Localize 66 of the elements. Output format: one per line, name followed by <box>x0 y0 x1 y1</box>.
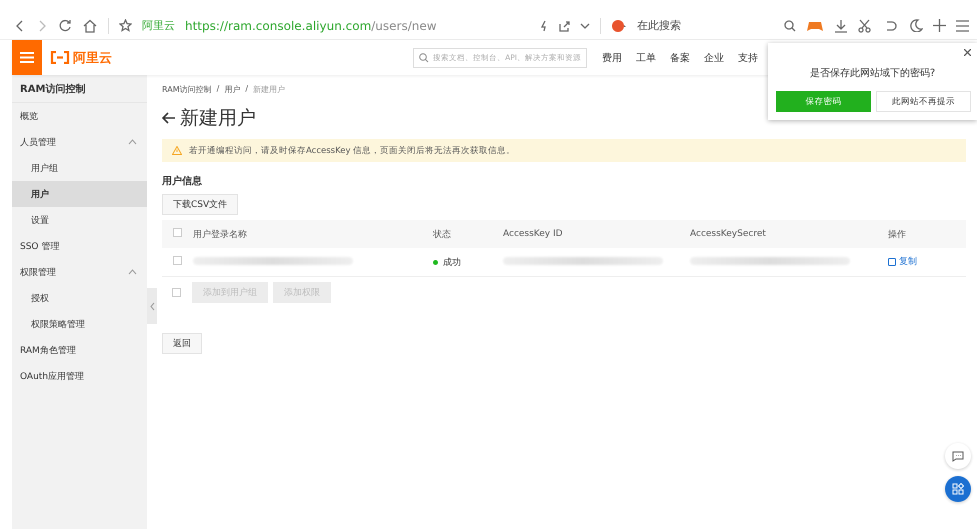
download-icon[interactable] <box>834 18 848 32</box>
apps-button[interactable] <box>945 476 971 502</box>
sidebar-item[interactable]: RAM角色管理 <box>12 337 147 363</box>
back-button[interactable]: 返回 <box>162 333 202 354</box>
menu-icon <box>20 52 34 63</box>
nav-link[interactable]: 工单 <box>629 50 663 64</box>
plus-icon[interactable] <box>933 19 946 32</box>
close-icon[interactable] <box>964 49 971 56</box>
search-icon[interactable] <box>784 20 796 32</box>
copy-link[interactable]: 复制 <box>888 255 917 268</box>
sidebar-title: RAM访问控制 <box>12 75 147 103</box>
column-header: 操作 <box>888 230 906 240</box>
sidebar-item[interactable]: 设置 <box>12 207 147 233</box>
share-icon[interactable] <box>558 20 570 32</box>
warning-text: 若开通编程访问，请及时保存AccessKey 信息，页面关闭后将无法再次获取信息。 <box>189 144 516 156</box>
collapse-handle[interactable] <box>147 288 157 324</box>
warning-icon <box>172 146 182 155</box>
column-header: AccessKey ID <box>503 229 563 239</box>
menu-button[interactable] <box>12 40 42 75</box>
sidebar-item[interactable]: 权限策略管理 <box>12 311 147 337</box>
chat-button[interactable] <box>945 443 971 469</box>
sidebar-item[interactable]: SSO 管理 <box>12 233 147 259</box>
apps-icon <box>952 483 964 495</box>
select-all-checkbox[interactable] <box>173 228 182 237</box>
breadcrumb-separator: / <box>216 84 220 95</box>
lightning-icon[interactable] <box>540 20 548 32</box>
nav-link[interactable]: 备案 <box>663 50 697 64</box>
row-checkbox[interactable] <box>173 256 182 265</box>
download-button[interactable]: 下载CSV文件 <box>162 194 238 215</box>
breadcrumb-item[interactable]: RAM访问控制 <box>162 84 212 95</box>
sidebar-item[interactable]: 人员管理 <box>12 129 147 155</box>
column-header: 状态 <box>433 230 451 240</box>
chevron-up-icon <box>128 269 137 275</box>
star-icon[interactable] <box>119 19 132 32</box>
copy-icon <box>888 258 896 266</box>
menu-icon[interactable] <box>956 20 969 32</box>
address-bar[interactable]: https://ram.console.aliyun.com/users/new <box>185 18 437 32</box>
breadcrumb-item: 新建用户 <box>253 84 286 95</box>
nav-link[interactable]: 支持 <box>731 50 765 64</box>
status-text: 成功 <box>443 256 461 268</box>
column-header: AccessKeySecret <box>690 229 766 239</box>
column-header: 用户登录名称 <box>193 230 247 240</box>
sidebar-item[interactable]: OAuth应用管理 <box>12 363 147 389</box>
sidebar-item[interactable]: 概览 <box>12 103 147 129</box>
footer-checkbox[interactable] <box>172 288 181 297</box>
reload-icon[interactable] <box>58 18 72 32</box>
back-arrow-icon[interactable] <box>162 112 176 124</box>
breadcrumb-separator: / <box>245 84 248 95</box>
dismiss-button[interactable]: 此网站不再提示 <box>876 91 971 112</box>
section-title: 用户信息 <box>162 174 203 188</box>
sidebar-item[interactable]: 权限管理 <box>12 259 147 285</box>
sidebar-item[interactable]: 用户组 <box>12 155 147 181</box>
nav-link[interactable]: 企业 <box>697 50 731 64</box>
breadcrumb-item[interactable]: 用户 <box>224 84 240 95</box>
moon-icon[interactable] <box>910 19 923 32</box>
chat-icon <box>952 450 964 462</box>
home-icon[interactable] <box>82 18 98 32</box>
prompt-question: 是否保存此网站域下的密码? <box>808 66 936 80</box>
sidebar-item[interactable]: 授权 <box>12 285 147 311</box>
chevron-down-icon[interactable] <box>580 22 590 30</box>
search-icon <box>419 52 430 62</box>
sidebar-item[interactable]: 用户 <box>12 181 147 207</box>
nav-link[interactable]: 费用 <box>595 50 629 64</box>
search-box[interactable]: 在此搜索 <box>636 18 681 33</box>
chevron-up-icon <box>128 139 137 145</box>
page-title: 新建用户 <box>180 106 256 131</box>
